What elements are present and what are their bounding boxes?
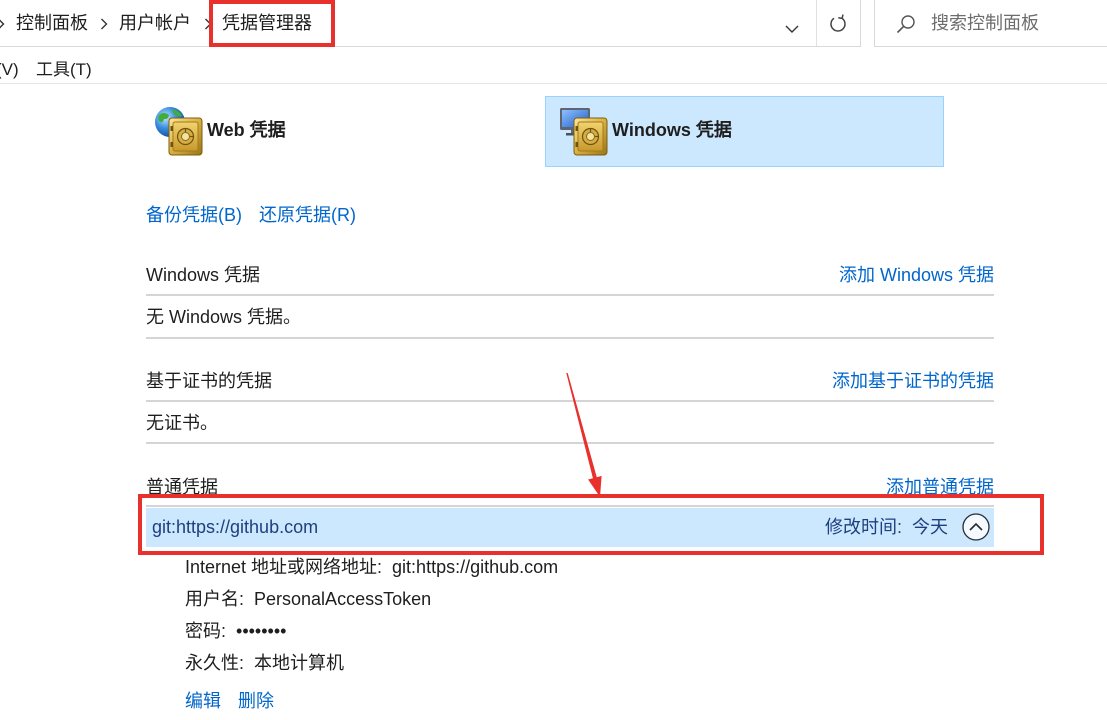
detail-label: 永久性: [185,653,245,673]
chevron-right-icon[interactable] [100,17,108,35]
empty-certificate-text: 无证书。 [146,413,218,433]
detail-value: git:https://github.com [392,557,559,577]
section-divider [146,505,994,507]
breadcrumb-user-accounts[interactable]: 用户帐户 [119,11,191,35]
section-title-windows: Windows 凭据 [146,265,261,285]
edit-credential-link[interactable]: 编辑 [185,689,221,713]
section-divider [146,294,994,296]
backup-credentials-link[interactable]: 备份凭据(B) [146,203,242,227]
detail-label: 密码: [185,621,227,641]
add-generic-credential-link[interactable]: 添加普通凭据 [886,475,994,499]
add-certificate-credential-link[interactable]: 添加基于证书的凭据 [832,369,994,393]
tile-windows-label: Windows 凭据 [612,120,732,140]
detail-username: 用户名: PersonalAccessToken [185,587,431,611]
annotation-arrow [566,372,602,497]
credential-row-github[interactable]: git:https://github.com 修改时间: 今天 [146,508,994,547]
delete-credential-link[interactable]: 删除 [238,689,274,713]
modified-value: 今天 [912,517,948,537]
menu-divider [0,83,1107,84]
detail-label: Internet 地址或网络地址: [185,557,383,577]
monitor-safe-icon [558,105,610,162]
chevron-down-icon[interactable] [785,20,799,38]
search-input[interactable] [931,11,1101,35]
section-title-generic: 普通凭据 [146,477,218,497]
search-box[interactable] [874,0,1107,47]
credential-name: git:https://github.com [152,517,319,537]
modified-label: 修改时间: [824,517,902,537]
menu-view[interactable]: (V) [0,58,19,82]
chevron-up-circle-icon[interactable] [962,513,990,546]
detail-address: Internet 地址或网络地址: git:https://github.com [185,555,558,579]
tile-web-label: Web 凭据 [207,120,286,140]
breadcrumb-credential-manager[interactable]: 凭据管理器 [222,11,312,35]
toolbar-divider [816,0,817,46]
detail-value: 本地计算机 [254,653,345,673]
address-bar[interactable]: 控制面板 用户帐户 凭据管理器 [0,0,861,47]
detail-value: PersonalAccessToken [254,589,432,609]
breadcrumb-control-panel[interactable]: 控制面板 [16,11,88,35]
tile-windows-credentials[interactable]: Windows 凭据 [545,96,944,167]
chevron-right-icon[interactable] [0,17,5,35]
section-divider [146,337,994,339]
restore-credentials-link[interactable]: 还原凭据(R) [259,203,356,227]
empty-windows-text: 无 Windows 凭据。 [146,307,302,327]
tile-web-credentials[interactable]: Web 凭据 [146,96,544,167]
add-windows-credential-link[interactable]: 添加 Windows 凭据 [839,263,994,287]
menu-tools[interactable]: 工具(T) [36,58,92,82]
chevron-right-icon[interactable] [204,17,212,35]
refresh-icon[interactable] [828,13,848,38]
globe-safe-icon [153,105,205,162]
detail-value: •••••••• [236,621,287,641]
detail-label: 用户名: [185,589,245,609]
search-icon [896,14,916,39]
detail-persistence: 永久性: 本地计算机 [185,651,344,675]
detail-password: 密码: •••••••• [185,619,286,643]
section-title-certificate: 基于证书的凭据 [146,371,272,391]
credential-modified: 修改时间: 今天 [825,515,948,539]
